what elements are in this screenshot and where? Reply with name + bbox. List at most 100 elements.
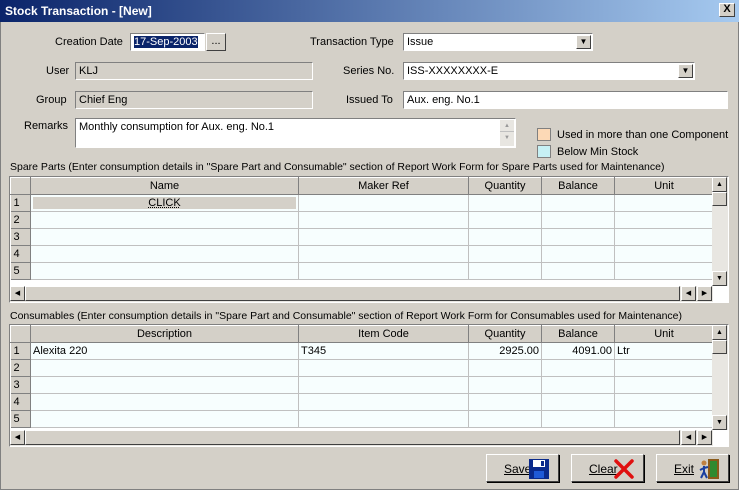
remarks-scrollbar[interactable]: ▲ ▼ <box>500 120 514 146</box>
scroll-down-icon[interactable]: ▼ <box>712 271 727 286</box>
item-code-cell[interactable]: T345 <box>298 342 469 360</box>
column-header-quantity[interactable]: Quantity <box>468 325 542 343</box>
scroll-left-icon[interactable]: ◀ <box>10 286 25 301</box>
scroll-up-icon[interactable]: ▲ <box>500 120 514 132</box>
table-row[interactable]: 1 Alexita 220 T345 2925.00 4091.00 Ltr <box>10 342 714 360</box>
name-cell[interactable]: CLICK <box>30 194 299 212</box>
description-cell[interactable] <box>30 359 299 377</box>
item-code-cell[interactable] <box>298 393 469 411</box>
column-header-name[interactable]: Name <box>30 177 299 195</box>
name-cell[interactable] <box>30 262 299 280</box>
quantity-cell[interactable] <box>468 228 542 246</box>
click-cell-button[interactable]: CLICK <box>33 197 296 209</box>
consumables-grid[interactable]: Description Item Code Quantity Balance U… <box>9 324 729 447</box>
scroll-thumb[interactable] <box>25 430 680 445</box>
maker-ref-cell[interactable] <box>298 262 469 280</box>
balance-cell[interactable] <box>541 410 615 428</box>
table-row[interactable]: 5 <box>10 262 714 280</box>
scroll-left-icon[interactable]: ◀ <box>681 286 696 301</box>
transaction-type-select[interactable]: Issue ▼ <box>403 33 593 51</box>
unit-cell[interactable] <box>614 359 714 377</box>
spare-parts-hscroll[interactable]: ◀ ◀ ▶ <box>10 286 713 302</box>
scroll-up-icon[interactable]: ▲ <box>712 177 727 192</box>
unit-cell[interactable] <box>614 228 714 246</box>
quantity-cell[interactable] <box>468 359 542 377</box>
scroll-up-icon[interactable]: ▲ <box>712 325 727 340</box>
column-header-maker-ref[interactable]: Maker Ref <box>298 177 469 195</box>
column-header-balance[interactable]: Balance <box>541 177 615 195</box>
unit-cell[interactable]: Ltr <box>614 342 714 360</box>
unit-cell[interactable] <box>614 410 714 428</box>
maker-ref-cell[interactable] <box>298 194 469 212</box>
item-code-cell[interactable] <box>298 410 469 428</box>
unit-cell[interactable] <box>614 262 714 280</box>
consumables-vscroll[interactable]: ▲ ▼ <box>712 325 728 430</box>
scroll-thumb[interactable] <box>712 192 727 206</box>
table-row[interactable]: 4 <box>10 245 714 263</box>
unit-cell[interactable] <box>614 194 714 212</box>
quantity-cell[interactable] <box>468 393 542 411</box>
maker-ref-cell[interactable] <box>298 245 469 263</box>
balance-cell[interactable] <box>541 376 615 394</box>
series-no-select[interactable]: ISS-XXXXXXXX-E ▼ <box>403 62 695 80</box>
balance-cell[interactable] <box>541 393 615 411</box>
quantity-cell[interactable] <box>468 245 542 263</box>
description-cell[interactable] <box>30 376 299 394</box>
unit-cell[interactable] <box>614 376 714 394</box>
balance-cell[interactable] <box>541 245 615 263</box>
spare-parts-grid[interactable]: Name Maker Ref Quantity Balance Unit 1 CL… <box>9 176 729 303</box>
table-row[interactable]: 5 <box>10 410 714 428</box>
consumables-hscroll[interactable]: ◀ ◀ ▶ <box>10 430 713 446</box>
maker-ref-cell[interactable] <box>298 211 469 229</box>
quantity-cell[interactable] <box>468 262 542 280</box>
date-picker-button[interactable]: ... <box>206 33 226 51</box>
name-cell[interactable] <box>30 211 299 229</box>
quantity-cell[interactable] <box>468 410 542 428</box>
item-code-cell[interactable] <box>298 376 469 394</box>
column-header-quantity[interactable]: Quantity <box>468 177 542 195</box>
quantity-cell[interactable] <box>468 194 542 212</box>
issued-to-field[interactable]: Aux. eng. No.1 <box>403 91 728 109</box>
scroll-down-icon[interactable]: ▼ <box>500 132 514 144</box>
balance-cell[interactable] <box>541 359 615 377</box>
scroll-left-icon[interactable]: ◀ <box>10 430 25 445</box>
table-row[interactable]: 1 CLICK <box>10 194 714 212</box>
column-header-balance[interactable]: Balance <box>541 325 615 343</box>
description-cell[interactable]: Alexita 220 <box>30 342 299 360</box>
unit-cell[interactable] <box>614 393 714 411</box>
unit-cell[interactable] <box>614 211 714 229</box>
clear-button[interactable]: Clear <box>571 454 644 482</box>
exit-button[interactable]: Exit <box>656 454 729 482</box>
description-cell[interactable] <box>30 410 299 428</box>
quantity-cell[interactable] <box>468 211 542 229</box>
scroll-right-icon[interactable]: ▶ <box>697 430 712 445</box>
save-button[interactable]: Save <box>486 454 559 482</box>
scroll-thumb[interactable] <box>25 286 680 301</box>
chevron-down-icon[interactable]: ▼ <box>678 64 693 78</box>
table-row[interactable]: 4 <box>10 393 714 411</box>
column-header-description[interactable]: Description <box>30 325 299 343</box>
table-row[interactable]: 3 <box>10 376 714 394</box>
balance-cell[interactable]: 4091.00 <box>541 342 615 360</box>
table-row[interactable]: 2 <box>10 359 714 377</box>
column-header-unit[interactable]: Unit <box>614 325 714 343</box>
scroll-thumb[interactable] <box>712 340 727 354</box>
quantity-cell[interactable]: 2925.00 <box>468 342 542 360</box>
column-header-item-code[interactable]: Item Code <box>298 325 469 343</box>
item-code-cell[interactable] <box>298 359 469 377</box>
scroll-down-icon[interactable]: ▼ <box>712 415 727 430</box>
scroll-right-icon[interactable]: ▶ <box>697 286 712 301</box>
spare-parts-vscroll[interactable]: ▲ ▼ <box>712 177 728 286</box>
balance-cell[interactable] <box>541 194 615 212</box>
maker-ref-cell[interactable] <box>298 228 469 246</box>
quantity-cell[interactable] <box>468 376 542 394</box>
close-button[interactable]: X <box>719 3 735 17</box>
name-cell[interactable] <box>30 245 299 263</box>
balance-cell[interactable] <box>541 262 615 280</box>
creation-date-field[interactable]: 17-Sep-2003 <box>130 33 205 51</box>
remarks-field[interactable]: Monthly consumption for Aux. eng. No.1 ▲… <box>75 118 516 148</box>
unit-cell[interactable] <box>614 245 714 263</box>
table-row[interactable]: 3 <box>10 228 714 246</box>
column-header-unit[interactable]: Unit <box>614 177 714 195</box>
description-cell[interactable] <box>30 393 299 411</box>
